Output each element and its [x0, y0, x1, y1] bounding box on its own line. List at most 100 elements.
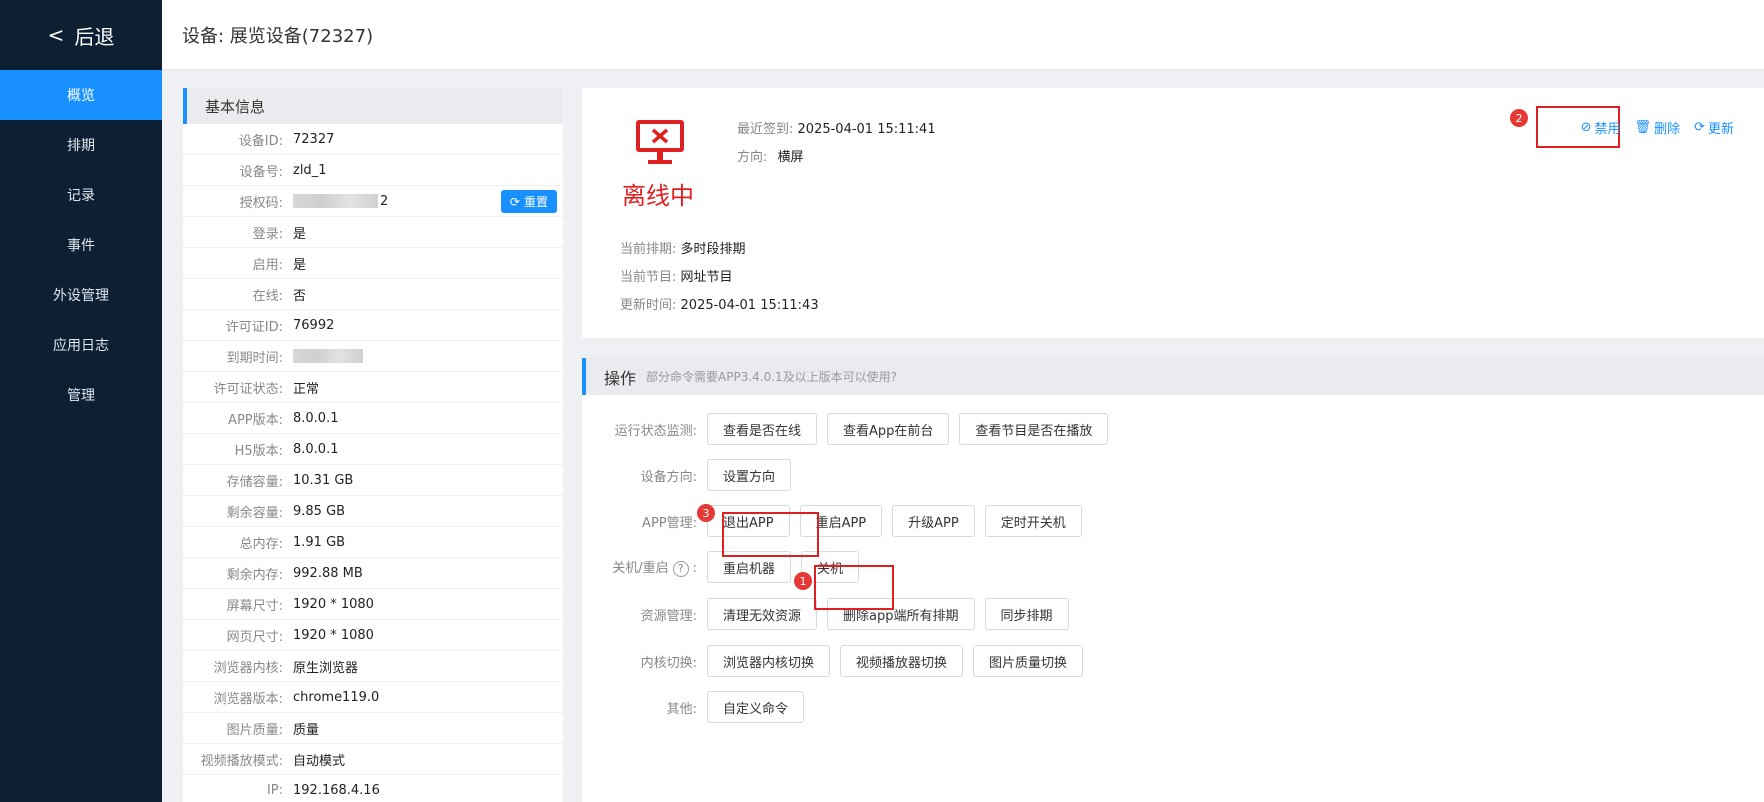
info-value: 8.0.0.1 [293, 442, 338, 457]
sidebar-item-records[interactable]: 记录 [0, 170, 162, 220]
info-label: APP版本: [228, 412, 283, 428]
info-value-text: 质量 [293, 722, 320, 738]
redacted-value [293, 349, 363, 363]
operation-row: 运行状态监测: 查看是否在线 查看App在前台 查看节目是否在播放 [582, 413, 1118, 445]
operation-button[interactable]: 同步排期 [984, 598, 1069, 630]
info-value-text: 2 [380, 193, 389, 209]
help-icon[interactable]: ? [672, 560, 689, 577]
sidebar-item-app-logs[interactable]: 应用日志 [0, 320, 162, 370]
operation-button[interactable]: 查看节目是否在播放 [959, 413, 1109, 445]
info-value-text: 8.0.0.1 [293, 410, 339, 426]
operation-label-text: 设备方向: [640, 469, 697, 485]
sidebar-item-label: 管理 [67, 388, 95, 404]
sidebar-item-overview[interactable]: 概览 [0, 70, 162, 120]
operation-button[interactable]: 图片质量切换 [973, 645, 1084, 677]
panel-title-text: 基本信息 [205, 97, 266, 116]
updated-label: 更新时间: [620, 298, 677, 313]
sidebar-item-schedule[interactable]: 排期 [0, 120, 162, 170]
info-value: 质量 [293, 719, 319, 738]
last-signin-value: 2025-04-01 15:11:41 [797, 122, 936, 137]
info-value: 992.88 MB [293, 566, 363, 581]
info-row: 设备号: zld_1 [183, 155, 563, 186]
operation-row: 其他: 自定义命令 [582, 691, 814, 723]
operation-button[interactable]: 浏览器内核切换 [707, 645, 831, 677]
info-value-text: 9.85 GB [293, 503, 346, 519]
operation-button[interactable]: 查看是否在线 [707, 413, 818, 445]
info-label: 剩余内存: [226, 567, 283, 583]
info-value-text: 1920 * 1080 [293, 627, 374, 643]
operation-label: 设备方向: [582, 466, 707, 485]
sidebar: < 后退 概览 排期 记录 事件 外设管理 应用日志 管理 [0, 0, 162, 802]
info-value: 1920 * 1080 [293, 597, 374, 612]
info-row: APP版本: 8.0.0.1 [183, 403, 563, 434]
info-row: 剩余容量: 9.85 GB [183, 496, 563, 527]
sidebar-item-manage[interactable]: 管理 [0, 370, 162, 420]
info-value: 自动模式 [293, 750, 345, 769]
operation-row: APP管理: 退出APP 重启APP 升级APP 定时开关机 [582, 505, 1092, 537]
info-label: 许可证ID: [225, 319, 283, 335]
info-value: 是 [293, 254, 306, 273]
info-row: 剩余内存: 992.88 MB [183, 558, 563, 589]
info-label: 登录: [252, 226, 283, 242]
info-label: 剩余容量: [226, 505, 283, 521]
operation-label-text: 关机/重启 [612, 561, 669, 577]
sidebar-item-events[interactable]: 事件 [0, 220, 162, 270]
info-label: 设备ID: [238, 133, 283, 149]
info-value-text: 992.88 MB [293, 565, 363, 581]
info-label: 总内存: [239, 536, 283, 552]
operations-subtitle: 部分命令需要APP3.4.0.1及以上版本可以使用? [646, 370, 898, 384]
sidebar-item-peripherals[interactable]: 外设管理 [0, 270, 162, 320]
current-schedule: 当前排期: 多时段排期 [620, 238, 746, 257]
info-value: 2 [293, 194, 388, 209]
last-signin: 最近签到: 2025-04-01 15:11:41 [737, 118, 936, 137]
update-label: 更新 [1707, 122, 1734, 137]
operation-button[interactable]: 视频播放器切换 [840, 645, 964, 677]
info-row: 总内存: 1.91 GB [183, 527, 563, 558]
operation-label-text: 其他: [666, 701, 697, 717]
info-value: zld_1 [293, 163, 326, 178]
info-value-text: chrome119.0 [293, 689, 380, 705]
info-value: 正常 [293, 378, 319, 397]
info-label: 授权码: [239, 195, 283, 211]
operation-button[interactable]: 自定义命令 [707, 691, 805, 723]
info-label: 视频播放模式: [200, 753, 283, 769]
info-label: 屏幕尺寸: [226, 598, 283, 614]
info-value-text: 76992 [293, 317, 335, 333]
ban-icon: ⊘ [1580, 120, 1592, 135]
disable-button[interactable]: ⊘ 禁用 [1581, 118, 1621, 137]
info-value [293, 349, 365, 364]
refresh-icon: ⟳ [509, 194, 520, 209]
reset-auth-code-button[interactable]: ⟳ 重置 [500, 190, 557, 213]
operation-label-text: 内核切换: [640, 655, 697, 671]
info-value-text: 原生浏览器 [293, 660, 359, 676]
info-row: 图片质量: 质量 [183, 713, 563, 744]
operation-button[interactable]: 查看App在前台 [827, 413, 950, 445]
info-value: 72327 [293, 132, 334, 147]
info-row: 视频播放模式: 自动模式 [183, 744, 563, 775]
disable-label: 禁用 [1594, 122, 1621, 137]
sidebar-item-label: 应用日志 [53, 338, 109, 354]
info-value-text: 自动模式 [293, 753, 346, 769]
back-label: 后退 [74, 24, 115, 49]
info-row: 登录: 是 [183, 217, 563, 248]
back-button[interactable]: < 后退 [0, 0, 162, 70]
info-label: 启用: [252, 257, 283, 273]
operation-label-text: APP管理: [642, 515, 697, 531]
program-value: 网址节目 [680, 270, 733, 285]
info-label: 浏览器内核: [213, 660, 283, 676]
info-row: 启用: 是 [183, 248, 563, 279]
info-label: 设备号: [239, 164, 283, 180]
info-value-text: 72327 [293, 131, 335, 147]
status-card: 离线中 最近签到: 2025-04-01 15:11:41 方向: 横屏 当前排… [582, 88, 1764, 338]
operation-button[interactable]: 定时开关机 [984, 505, 1082, 537]
operation-button[interactable]: 设置方向 [707, 459, 792, 491]
offline-monitor-icon [630, 116, 690, 174]
info-row: 许可证状态: 正常 [183, 372, 563, 403]
update-button[interactable]: ⟳ 更新 [1694, 118, 1734, 137]
basic-info-title: 基本信息 [183, 88, 563, 124]
info-value: 原生浏览器 [293, 657, 358, 676]
operation-button[interactable]: 升级APP [892, 505, 975, 537]
info-label: 图片质量: [226, 722, 283, 738]
delete-button[interactable]: 🗑 删除 [1635, 118, 1681, 137]
operation-button[interactable]: 清理无效资源 [707, 598, 818, 630]
